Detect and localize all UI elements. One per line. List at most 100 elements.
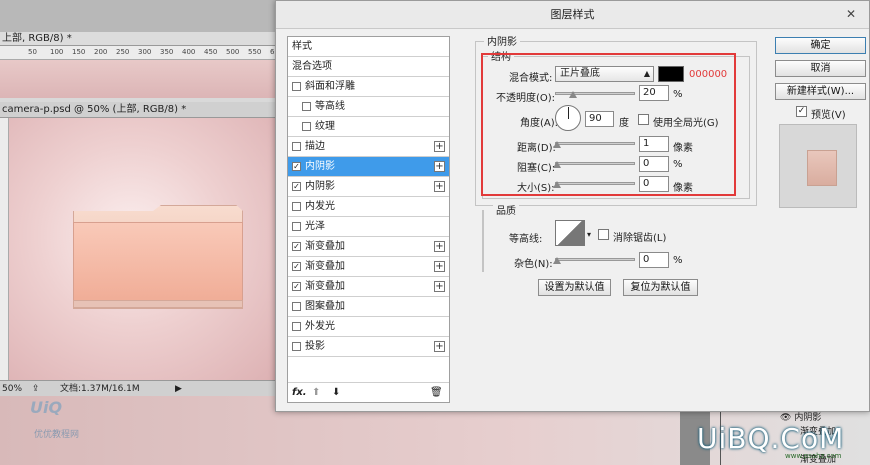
opacity-slider[interactable] <box>555 92 635 95</box>
style-item[interactable]: 斜面和浮雕 <box>288 77 449 97</box>
distance-input[interactable]: 1 <box>639 136 669 152</box>
document-tab-top[interactable]: 上部, RGB/8) * <box>0 32 280 46</box>
style-checkbox[interactable]: ✓ <box>292 182 301 191</box>
style-item[interactable]: ✓ 内阴影 + <box>288 157 449 177</box>
zoom-level[interactable]: 50% <box>2 381 22 397</box>
opacity-input[interactable]: 20 <box>639 85 669 101</box>
anti-alias-checkbox[interactable] <box>598 229 609 240</box>
move-down-icon[interactable]: ⬇ <box>332 383 340 403</box>
style-item[interactable]: 纹理 <box>288 117 449 137</box>
style-checkbox[interactable] <box>302 102 311 111</box>
choke-slider[interactable] <box>555 162 635 165</box>
add-effect-icon[interactable]: + <box>434 181 445 192</box>
opacity-label: 不透明度(O): <box>496 93 556 104</box>
add-effect-icon[interactable]: + <box>434 261 445 272</box>
blend-mode-label: 混合模式: <box>509 73 553 84</box>
style-item-label: 投影 <box>305 341 325 352</box>
choke-slider-thumb[interactable] <box>553 161 561 168</box>
add-effect-icon[interactable]: + <box>434 241 445 252</box>
style-item[interactable]: 光泽 <box>288 217 449 237</box>
style-item[interactable]: ✓ 渐变叠加 + <box>288 277 449 297</box>
style-item[interactable]: ✓ 渐变叠加 + <box>288 237 449 257</box>
trash-icon[interactable]: 🗑 <box>430 383 443 403</box>
style-item-label: 斜面和浮雕 <box>305 81 355 92</box>
global-light-checkbox[interactable] <box>638 114 649 125</box>
style-item[interactable]: 外发光 <box>288 317 449 337</box>
style-item[interactable]: 图案叠加 <box>288 297 449 317</box>
shadow-color-swatch[interactable] <box>658 66 684 82</box>
preview-checkbox[interactable]: ✓ <box>796 106 807 117</box>
distance-slider-thumb[interactable] <box>553 141 561 148</box>
style-checkbox[interactable] <box>302 122 311 131</box>
style-item-label: 内阴影 <box>305 161 335 172</box>
logo: UiQ <box>30 398 63 417</box>
style-item[interactable]: 内发光 <box>288 197 449 217</box>
add-effect-icon[interactable]: + <box>434 161 445 172</box>
ok-button[interactable]: 确定 <box>775 37 866 54</box>
style-item[interactable]: 混合选项 <box>288 57 449 77</box>
watermark-site: UiBQ.CoM <box>697 422 845 455</box>
style-checkbox[interactable] <box>292 302 301 311</box>
angle-needle <box>568 107 569 119</box>
ruler-mark: 400 <box>182 48 196 56</box>
style-item[interactable]: ✓ 渐变叠加 + <box>288 257 449 277</box>
style-item[interactable]: 等高线 <box>288 97 449 117</box>
size-input[interactable]: 0 <box>639 176 669 192</box>
style-checkbox[interactable] <box>292 142 301 151</box>
distance-unit: 像素 <box>673 143 693 154</box>
angle-dial[interactable] <box>555 105 581 131</box>
cancel-button[interactable]: 取消 <box>775 60 866 77</box>
opacity-slider-thumb[interactable] <box>569 91 577 98</box>
styles-list-footer: fx. ⬆ ⬇ 🗑 <box>288 382 449 402</box>
style-checkbox[interactable] <box>292 342 301 351</box>
style-checkbox[interactable]: ✓ <box>292 282 301 291</box>
style-item-label: 内阴影 <box>305 181 335 192</box>
blend-mode-select[interactable]: 正片叠底 ▲ <box>555 66 654 82</box>
style-checkbox[interactable] <box>292 222 301 231</box>
doc-size: 文档:1.37M/16.1M <box>60 384 140 394</box>
document-tab[interactable]: camera-p.psd @ 50% (上部, RGB/8) * <box>0 102 280 118</box>
noise-label: 杂色(N): <box>514 259 553 270</box>
move-up-icon[interactable]: ⬆ <box>312 383 320 403</box>
add-effect-icon[interactable]: + <box>434 141 445 152</box>
choke-input[interactable]: 0 <box>639 156 669 172</box>
workspace-top <box>0 0 280 34</box>
noise-slider[interactable] <box>555 258 635 261</box>
style-item-label: 外发光 <box>305 321 335 332</box>
style-item-label: 渐变叠加 <box>305 241 345 252</box>
noise-slider-thumb[interactable] <box>553 257 561 264</box>
style-item[interactable]: 投影 + <box>288 337 449 357</box>
styles-list: 样式 混合选项 斜面和浮雕 等高线 纹理 描边 + ✓ 内阴影 + ✓ 内阴影 + 内发光 光泽 ✓ 渐变叠加 +… <box>287 36 450 403</box>
canvas-top-area <box>0 60 280 98</box>
export-icon[interactable]: ⇪ <box>32 381 40 397</box>
new-style-button[interactable]: 新建样式(W)... <box>775 83 866 100</box>
style-checkbox[interactable] <box>292 202 301 211</box>
reset-default-button[interactable]: 复位为默认值 <box>623 279 698 296</box>
angle-input[interactable]: 90 <box>585 111 614 127</box>
set-default-button[interactable]: 设置为默认值 <box>538 279 611 296</box>
document-tab-label: camera-p.psd @ 50% (上部, RGB/8) * <box>2 104 187 115</box>
status-arrow-icon[interactable]: ▶ <box>175 381 182 397</box>
distance-slider[interactable] <box>555 142 635 145</box>
style-item[interactable]: 描边 + <box>288 137 449 157</box>
contour-dropdown-icon[interactable]: ▾ <box>587 230 591 239</box>
style-item-label: 混合选项 <box>292 61 332 72</box>
color-hex-label: 000000 <box>689 69 728 80</box>
style-checkbox[interactable]: ✓ <box>292 242 301 251</box>
style-checkbox[interactable]: ✓ <box>292 262 301 271</box>
style-checkbox[interactable]: ✓ <box>292 162 301 171</box>
style-item[interactable]: 样式 <box>288 37 449 57</box>
ruler-mark: 150 <box>72 48 86 56</box>
noise-input[interactable]: 0 <box>639 252 669 268</box>
style-checkbox[interactable] <box>292 322 301 331</box>
fx-icon[interactable]: fx. <box>292 383 307 403</box>
size-slider-thumb[interactable] <box>553 181 561 188</box>
style-checkbox[interactable] <box>292 82 301 91</box>
contour-picker[interactable] <box>555 220 585 246</box>
close-icon[interactable]: ✕ <box>846 7 856 21</box>
style-item-label: 内发光 <box>305 201 335 212</box>
add-effect-icon[interactable]: + <box>434 341 445 352</box>
style-item[interactable]: ✓ 内阴影 + <box>288 177 449 197</box>
add-effect-icon[interactable]: + <box>434 281 445 292</box>
size-slider[interactable] <box>555 182 635 185</box>
